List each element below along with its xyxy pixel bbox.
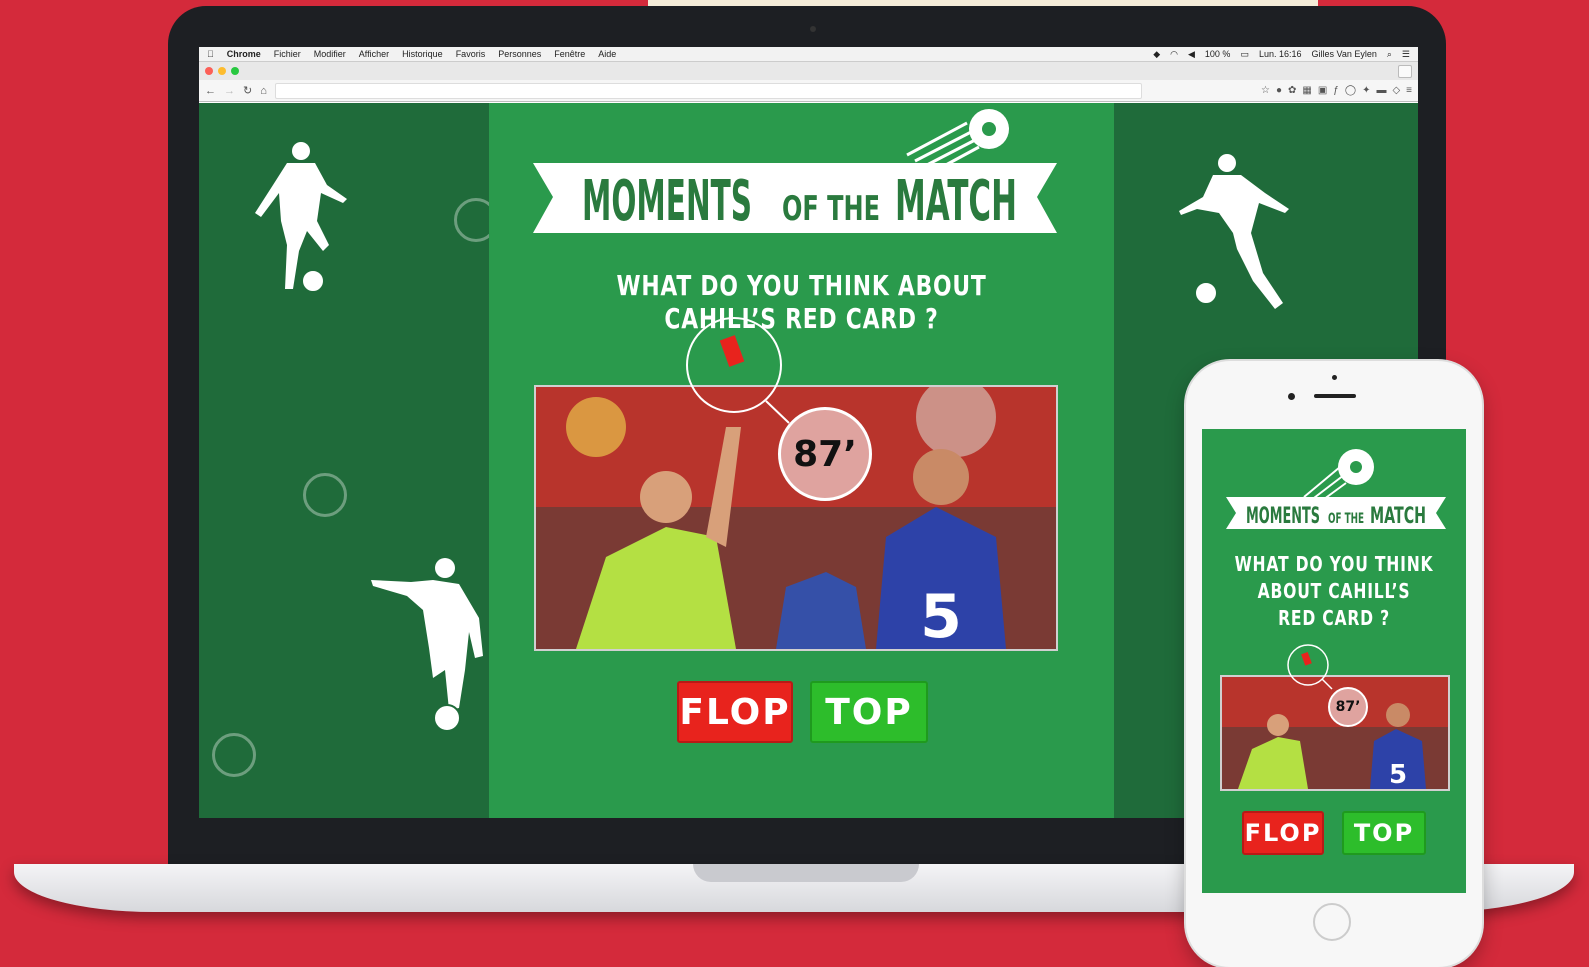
mobile-question-line: WHAT DO YOU THINK (1234, 552, 1434, 576)
extension-font-icon[interactable]: ƒ (1333, 85, 1339, 96)
phone-screen: MOMENTS OF THE MATCH WHAT DO YOU THINK A… (1202, 429, 1466, 893)
close-window-button[interactable] (205, 67, 213, 75)
zoom-window-button[interactable] (231, 67, 239, 75)
menu-modifier[interactable]: Modifier (314, 49, 346, 59)
main-content: MOMENTS OF THE MATCH WHAT DO YOU THINK A… (489, 103, 1114, 818)
laptop-notch (693, 864, 919, 882)
red-card-callout (686, 317, 790, 424)
mobile-question-line: ABOUT CAHILL’S (1257, 579, 1411, 603)
apple-menu-icon[interactable]:  (207, 49, 214, 59)
dropbox-icon[interactable]: ◆ (1153, 49, 1160, 60)
soccer-ball-icon (212, 733, 256, 777)
minimize-window-button[interactable] (218, 67, 226, 75)
player-silhouette-icon (255, 142, 347, 293)
player-silhouette-icon (371, 558, 483, 732)
mobile-flop-button[interactable]: FLOP (1242, 811, 1324, 855)
menubar-clock[interactable]: Lun. 16:16 (1259, 49, 1302, 59)
extension-leaf-icon[interactable]: ✿ (1288, 85, 1296, 96)
menu-fichier[interactable]: Fichier (274, 49, 301, 59)
back-icon[interactable]: ← (205, 85, 216, 97)
menubar-user[interactable]: Gilles Van Eylen (1312, 49, 1377, 59)
mobile-title-banner: MOMENTS OF THE MATCH (1226, 449, 1446, 529)
svg-text:5: 5 (1389, 760, 1407, 789)
mobile-title-of-the: OF THE (1328, 511, 1364, 527)
mobile-top-button[interactable]: TOP (1342, 811, 1426, 855)
mobile-title-moments: MOMENTS (1246, 504, 1320, 529)
title-banner: MOMENTS OF THE MATCH (533, 109, 1057, 234)
extension-pin-icon[interactable]: ✦ (1362, 85, 1370, 96)
mobile-question-heading: WHAT DO YOU THINK ABOUT CAHILL’S RED CAR… (1231, 551, 1437, 632)
notification-center-icon[interactable]: ☰ (1402, 49, 1410, 60)
profile-icon[interactable] (1398, 65, 1412, 78)
mobile-red-card-callout (1287, 644, 1333, 690)
title-moments: MOMENTS (582, 169, 752, 234)
menu-personnes[interactable]: Personnes (498, 49, 541, 59)
volume-icon[interactable]: ◀ (1188, 49, 1195, 60)
menu-fenetre[interactable]: Fenêtre (554, 49, 585, 59)
menu-historique[interactable]: Historique (402, 49, 443, 59)
mobile-question-line: RED CARD ? (1278, 606, 1390, 630)
spotlight-search-icon[interactable]: ⌕ (1387, 49, 1392, 60)
extension-icons: ☆ ● ✿ ▦ ▣ ƒ ◯ ✦ ▬ ◇ ≡ (1261, 85, 1412, 96)
battery-percent: 100 % (1204, 49, 1231, 59)
flop-button[interactable]: FLOP (677, 681, 793, 743)
extension-qr-icon[interactable]: ▦ (1302, 85, 1311, 96)
extension-o-icon[interactable]: ◯ (1345, 85, 1356, 96)
phone-earpiece (1314, 394, 1356, 398)
mac-menubar:  Chrome Fichier Modifier Afficher Histo… (199, 47, 1418, 62)
soccer-ball-icon (303, 473, 347, 517)
red-card-icon (719, 335, 745, 367)
browser-tabbar (199, 62, 1418, 80)
battery-icon[interactable]: ▭ (1240, 49, 1249, 60)
home-icon[interactable]: ⌂ (260, 85, 267, 97)
title-of-the: OF THE (782, 189, 880, 229)
laptop-camera (810, 26, 816, 32)
flying-ball-icon (1303, 449, 1374, 506)
address-bar[interactable] (274, 82, 1142, 99)
menu-favoris[interactable]: Favoris (456, 49, 486, 59)
extension-folder-icon[interactable]: ▬ (1376, 85, 1386, 96)
phone-device: MOMENTS OF THE MATCH WHAT DO YOU THINK A… (1186, 361, 1482, 967)
chrome-menu-icon[interactable]: ≡ (1406, 85, 1412, 96)
phone-sensor (1332, 375, 1337, 380)
bookmark-star-icon[interactable]: ☆ (1261, 85, 1270, 96)
extension-diamond-icon[interactable]: ◇ (1392, 85, 1400, 96)
top-button[interactable]: TOP (810, 681, 928, 743)
mobile-title-match: MATCH (1370, 504, 1426, 529)
menu-afficher[interactable]: Afficher (359, 49, 389, 59)
browser-toolbar: ← → ↻ ⌂ ☆ ● ✿ ▦ ▣ ƒ ◯ ✦ ▬ ◇ ≡ (199, 80, 1418, 102)
title-match: MATCH (895, 169, 1017, 234)
extension-globe-icon[interactable]: ● (1276, 85, 1282, 96)
phone-camera (1288, 393, 1295, 400)
mobile-match-minute-badge: 87’ (1328, 687, 1368, 727)
svg-text:5: 5 (920, 582, 962, 649)
menu-app-chrome[interactable]: Chrome (227, 49, 261, 59)
forward-icon[interactable]: → (224, 85, 235, 97)
phone-home-button[interactable] (1313, 903, 1351, 941)
extension-s-icon[interactable]: ▣ (1318, 85, 1327, 96)
match-minute-badge: 87’ (778, 407, 872, 501)
wifi-icon[interactable]: ◠ (1170, 49, 1178, 60)
menubar-status-area: ◆ ◠ ◀ 100 % ▭ Lun. 16:16 Gilles Van Eyle… (1153, 49, 1410, 60)
reload-icon[interactable]: ↻ (243, 84, 252, 97)
menu-aide[interactable]: Aide (598, 49, 616, 59)
red-card-icon (1301, 651, 1312, 666)
player-silhouette-icon (1179, 154, 1289, 309)
